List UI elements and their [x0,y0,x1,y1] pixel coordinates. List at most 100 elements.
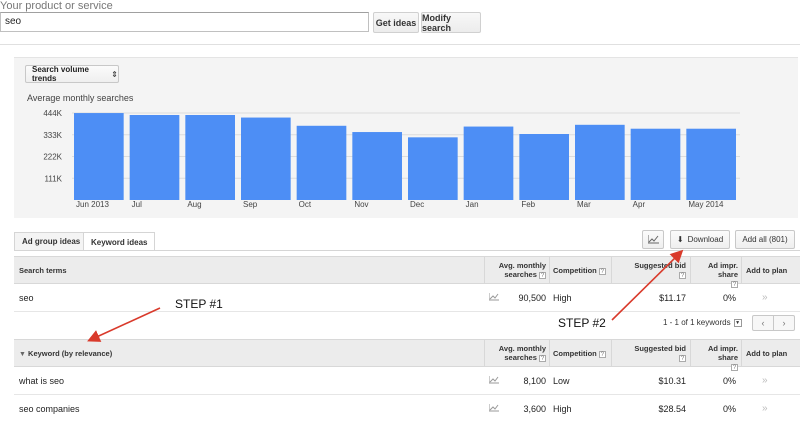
y-tick-label: 444K [43,109,62,118]
col-bid-label: Suggested bid [634,344,686,353]
chart-bar[interactable] [408,137,458,200]
x-tick-label: Mar [577,200,591,209]
x-tick-label: Apr [633,200,646,209]
table-row: seo 90,500 High $11.17 0% » [14,284,800,312]
x-tick-label: May 2014 [688,200,724,209]
add-chevron-icon[interactable]: » [762,292,768,303]
keyword-table-header: ▼ Keyword (by relevance) Avg. monthly se… [14,339,800,371]
search-terms-header: Search terms Avg. monthly searches ? Com… [14,256,800,288]
col-avg-line1: Avg. monthly [498,261,546,270]
col-divider [741,257,742,283]
bid-cell: $11.17 [659,293,686,303]
col-competition-label: Competition [553,349,597,358]
tab-divider [14,250,800,251]
add-all-button[interactable]: Add all (801) [735,230,795,249]
line-chart-icon [647,235,659,244]
step1-arrow [87,307,161,342]
step2-annotation: STEP #2 [558,316,606,330]
trend-chart-icon[interactable] [489,376,499,384]
col-search-terms[interactable]: Search terms [19,266,67,275]
chart-bar[interactable] [463,126,514,200]
x-tick-label: Jan [466,200,479,209]
trend-dropdown-label: Search volume trends [32,65,89,83]
modify-search-button[interactable]: Modify search [421,12,481,33]
chart-bar[interactable] [185,115,235,200]
trend-chart-icon[interactable] [489,404,499,412]
col-avg-line2: searches [504,270,537,279]
col-divider [611,257,612,283]
col-competition[interactable]: Competition ? [553,349,606,358]
product-input[interactable]: seo [0,12,369,32]
sort-down-icon: ▼ [19,351,26,358]
share-cell: 0% [722,404,736,414]
col-add-to-plan: Add to plan [746,266,788,275]
col-add-to-plan: Add to plan [746,349,788,358]
x-tick-label: Aug [187,200,201,209]
col-divider [484,340,485,366]
avg-searches-cell: 3,600 [523,404,546,414]
col-bid-label: Suggested bid [634,261,686,270]
col-suggested-bid[interactable]: Suggested bid ? [618,344,686,362]
question-icon[interactable]: ? [598,267,606,275]
top-divider [0,44,800,45]
avg-searches-cell: 90,500 [518,293,546,303]
get-ideas-button[interactable]: Get ideas [373,12,419,33]
question-icon[interactable]: ? [539,271,546,279]
share-cell: 0% [722,293,736,303]
chart-bar[interactable] [129,115,180,200]
chart-bar[interactable] [352,132,402,200]
y-tick-label: 222K [43,153,62,162]
x-tick-label: Sep [243,200,258,209]
competition-cell: Low [553,376,570,386]
bid-cell: $28.54 [658,404,686,414]
col-competition[interactable]: Competition ? [553,266,606,275]
keyword-cell: seo companies [19,404,80,414]
download-button[interactable]: ⬇ Download [670,230,730,249]
col-divider [549,340,550,366]
chart-bar[interactable] [686,128,736,200]
tab-ad-group-ideas[interactable]: Ad group ideas [14,232,89,250]
chart-view-button[interactable] [642,230,664,249]
next-page-button[interactable]: › [773,315,795,331]
download-label: Download [687,235,724,244]
chart-bar[interactable] [519,134,569,200]
col-avg-monthly[interactable]: Avg. monthly searches ? [496,261,546,279]
x-tick-label: Feb [521,200,535,209]
add-chevron-icon[interactable]: » [762,375,768,386]
x-tick-label: Jul [132,200,142,209]
pagination: 1 - 1 of 1 keywords ▼ [663,318,742,327]
bid-cell: $10.31 [658,376,686,386]
question-icon[interactable]: ? [539,354,546,362]
tab-keyword-ideas[interactable]: Keyword ideas [83,232,156,251]
col-avg-line2: searches [504,353,537,362]
col-keyword-label: Keyword (by relevance) [28,349,113,358]
chart-bar[interactable] [241,117,291,200]
chart-bar[interactable] [296,125,347,200]
y-tick-label: 333K [43,131,62,140]
y-tick-label: 111K [45,174,63,183]
chart-bar[interactable] [575,124,625,200]
x-tick-label: Nov [354,200,368,209]
step1-annotation: STEP #1 [175,297,223,311]
x-tick-label: Oct [299,200,312,209]
chevron-down-icon[interactable]: ▼ [733,318,742,327]
question-icon[interactable]: ? [679,271,686,279]
question-icon[interactable]: ? [598,350,606,358]
trend-dropdown[interactable]: Search volume trends ⇕ [25,65,119,83]
question-icon[interactable]: ? [679,354,686,362]
chart-bar[interactable] [630,128,681,200]
col-keyword[interactable]: ▼ Keyword (by relevance) [19,349,112,359]
share-cell: 0% [722,376,736,386]
col-avg-monthly[interactable]: Avg. monthly searches ? [496,344,546,362]
col-suggested-bid[interactable]: Suggested bid ? [618,261,686,279]
product-label: Your product or service [0,0,113,12]
pagination-text: 1 - 1 of 1 keywords [663,318,731,327]
prev-page-button[interactable]: ‹ [752,315,774,331]
updown-icon: ⇕ [111,69,118,79]
competition-cell: High [553,293,572,303]
col-divider [549,257,550,283]
trend-chart-icon[interactable] [489,293,499,301]
x-tick-label: Jun 2013 [76,200,109,209]
add-chevron-icon[interactable]: » [762,403,768,414]
chart-bar[interactable] [74,113,124,200]
